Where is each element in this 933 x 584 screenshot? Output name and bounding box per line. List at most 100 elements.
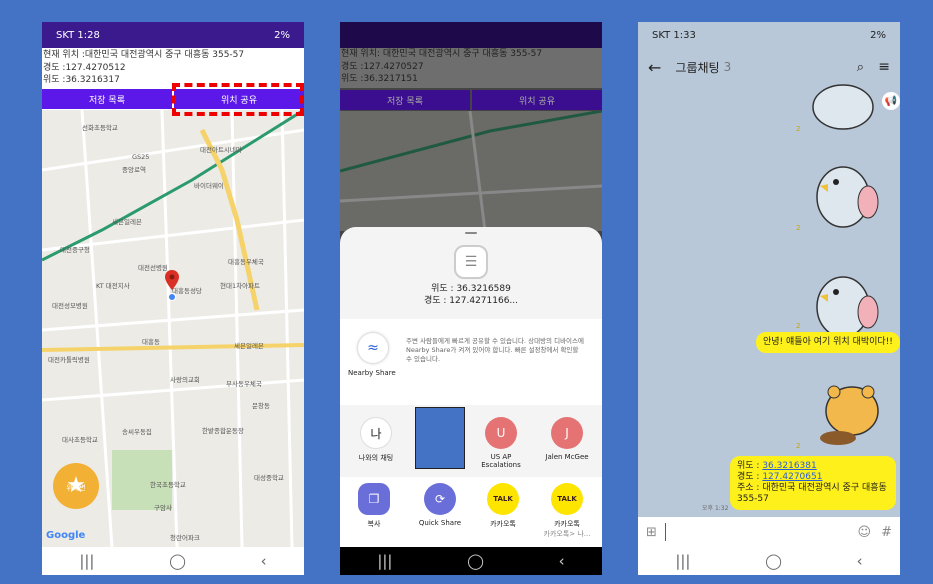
emoticon-icon[interactable]: ☺: [858, 525, 872, 540]
map-view-dimmed: [340, 111, 602, 231]
unread-count: 2: [796, 442, 801, 450]
app-label: Quick Share: [418, 519, 462, 527]
map-label: 송씨우동집: [122, 428, 152, 436]
phone-screen-location-app: SKT 1:28 2% 현재 위치 :대한민국 대전광역시 중구 대흥동 355…: [42, 22, 304, 575]
chat-title: 그룹채팅: [675, 60, 720, 75]
map-label: 대흥동우체국: [228, 258, 264, 266]
back-arrow-icon[interactable]: ←: [648, 58, 661, 77]
status-bar: [340, 22, 602, 48]
map-view[interactable]: 선화초등학교 대전아트시네마 GS25 중앙로역 바이더웨이 세븐일레븐 대전중…: [42, 110, 304, 547]
message-bubble[interactable]: 안녕! 얘들아 여기 위치 대박이다!!: [756, 332, 900, 353]
app-copy[interactable]: ❐ 복사: [345, 483, 403, 529]
redacted-contact-box: [415, 407, 465, 469]
share-sheet: ☰ 위도 : 36.3216589 경도 : 127.4271166... ≈ …: [340, 227, 602, 549]
nav-bar: ||| ◯ ‹: [340, 547, 602, 575]
app-row: ❐ 복사 ⟳ Quick Share TALK 카카오톡 TALK 카카오톡 카…: [340, 477, 602, 549]
nav-bar: ||| ◯ ‹: [42, 547, 304, 575]
app-label: 카카오톡: [554, 520, 580, 528]
map-label: 대전아트시네마: [200, 146, 242, 154]
search-icon[interactable]: ⌕: [857, 60, 864, 75]
longitude-text: 경도 :127.4270512: [43, 62, 126, 73]
map-label: 사랑의교회: [170, 376, 200, 384]
share-preview: 위도 : 36.3216589 경도 : 127.4271166...: [340, 283, 602, 307]
longitude-link[interactable]: 127.4270651: [762, 472, 822, 482]
home-icon[interactable]: ◯: [765, 552, 782, 570]
contact-name: 나와의 채팅: [358, 454, 394, 462]
map-label: 대전중구청: [60, 246, 90, 254]
home-icon[interactable]: ◯: [467, 552, 484, 570]
kakaotalk-icon: TALK: [487, 483, 519, 515]
app-label: 복사: [367, 520, 381, 528]
fab-label: 위레변: [66, 484, 86, 492]
input-bar: ⊞ ☺ #: [638, 517, 900, 547]
attach-plus-icon[interactable]: ⊞: [646, 525, 657, 540]
app-label: 카카오톡: [490, 520, 516, 528]
map-label: 구암사: [154, 504, 172, 512]
status-bar: SKT 1:28 2%: [42, 22, 304, 48]
nearby-share-section[interactable]: ≈ Nearby Share 주변 사람들에게 빠르게 공유할 수 있습니다. …: [340, 319, 602, 405]
app-quick-share[interactable]: ⟳ Quick Share: [411, 483, 469, 527]
map-label: 바이더웨이: [194, 182, 224, 190]
member-count: 3: [723, 60, 732, 74]
menu-icon[interactable]: ≡: [878, 59, 890, 75]
recent-apps-icon[interactable]: |||: [675, 552, 690, 570]
map-label: 선화초등학교: [82, 124, 118, 132]
nearby-share-icon: ≈: [358, 333, 388, 363]
map-label: 청란어파크: [170, 534, 200, 542]
latitude-link[interactable]: 36.3216381: [762, 461, 816, 471]
contact-avatar: U: [485, 417, 517, 449]
unread-count: 2: [796, 125, 801, 133]
back-icon[interactable]: ‹: [261, 552, 267, 570]
drag-handle[interactable]: [465, 232, 477, 234]
saved-list-button[interactable]: 저장 목록: [340, 90, 470, 110]
status-time: SKT 1:28: [56, 29, 100, 41]
back-icon[interactable]: ‹: [559, 552, 565, 570]
map-label: 한국초등학교: [150, 481, 186, 489]
location-info: 현재 위치: 대한민국 대전광역시 중구 대흥동 355-57 경도 :127.…: [340, 48, 602, 88]
nav-bar: ||| ◯ ‹: [638, 547, 900, 575]
kakaotalk-icon: TALK: [551, 483, 583, 515]
saved-list-button[interactable]: 저장 목록: [42, 89, 172, 109]
location-lon-label: 경도 :: [737, 472, 763, 482]
map-label: 대사초등학교: [62, 436, 98, 444]
location-message-bubble[interactable]: 위도 : 36.3216381 경도 : 127.4270651 주소 : 대한…: [730, 456, 896, 510]
recent-apps-icon[interactable]: |||: [79, 552, 94, 570]
map-label: 중앙로역: [122, 166, 146, 174]
copy-icon: ❐: [358, 483, 390, 515]
nearby-share-label: Nearby Share: [348, 369, 396, 377]
back-icon[interactable]: ‹: [857, 552, 863, 570]
address-text: 현재 위치 :대한민국 대전광역시 중구 대흥동 355-57: [43, 50, 245, 60]
google-logo: Google: [46, 530, 86, 541]
status-time: SKT 1:33: [652, 29, 696, 41]
share-longitude: 경도 : 127.4271166...: [423, 296, 519, 306]
unread-count: 2: [796, 224, 801, 232]
location-pin-icon: [165, 270, 179, 290]
contact-jalen-mcgee[interactable]: J Jalen McGee: [538, 417, 596, 461]
location-address: 주소 : 대한민국 대전광역시 중구 대흥동 355-57: [737, 483, 887, 504]
map-label: 세븐일레븐: [112, 218, 142, 226]
favorite-fab-button[interactable]: ★ 위레변: [53, 463, 99, 509]
hashtag-icon[interactable]: #: [881, 525, 892, 540]
contact-avatar: J: [551, 417, 583, 449]
latitude-text: 위도 :36.3217151: [341, 74, 418, 84]
location-info: 현재 위치 :대한민국 대전광역시 중구 대흥동 355-57 경도 :127.…: [42, 49, 304, 87]
map-label: 한밭종합운동장: [202, 427, 244, 435]
app-kakaotalk-direct[interactable]: TALK 카카오톡 카카오톡> 나...: [538, 483, 596, 539]
home-icon[interactable]: ◯: [169, 552, 186, 570]
contact-us-ap-escalations[interactable]: U US AP Escalations: [472, 417, 530, 469]
recent-apps-icon[interactable]: |||: [377, 552, 392, 570]
map-label: 문창동: [252, 402, 270, 410]
map-label: KT 대전지사: [96, 282, 130, 290]
highlight-box: [172, 83, 304, 116]
app-sublabel: 카카오톡> 나...: [543, 530, 591, 538]
address-text: 현재 위치: 대한민국 대전광역시 중구 대흥동 355-57: [341, 49, 543, 59]
contact-name: Jalen McGee: [545, 453, 589, 461]
current-location-dot: [168, 293, 176, 301]
contact-my-chat[interactable]: 나 나와의 채팅: [347, 417, 405, 463]
message-input[interactable]: [664, 523, 858, 541]
map-label: 대전성모병원: [52, 302, 88, 310]
share-location-button[interactable]: 위치 공유: [472, 90, 602, 110]
app-kakaotalk[interactable]: TALK 카카오톡: [474, 483, 532, 529]
phone-screen-group-chat: SKT 1:33 2% ← 그룹채팅 3 ⌕ ≡ 📢 2 2 2 안녕! 얘들아…: [638, 22, 900, 575]
contact-name: US AP Escalations: [481, 453, 521, 469]
